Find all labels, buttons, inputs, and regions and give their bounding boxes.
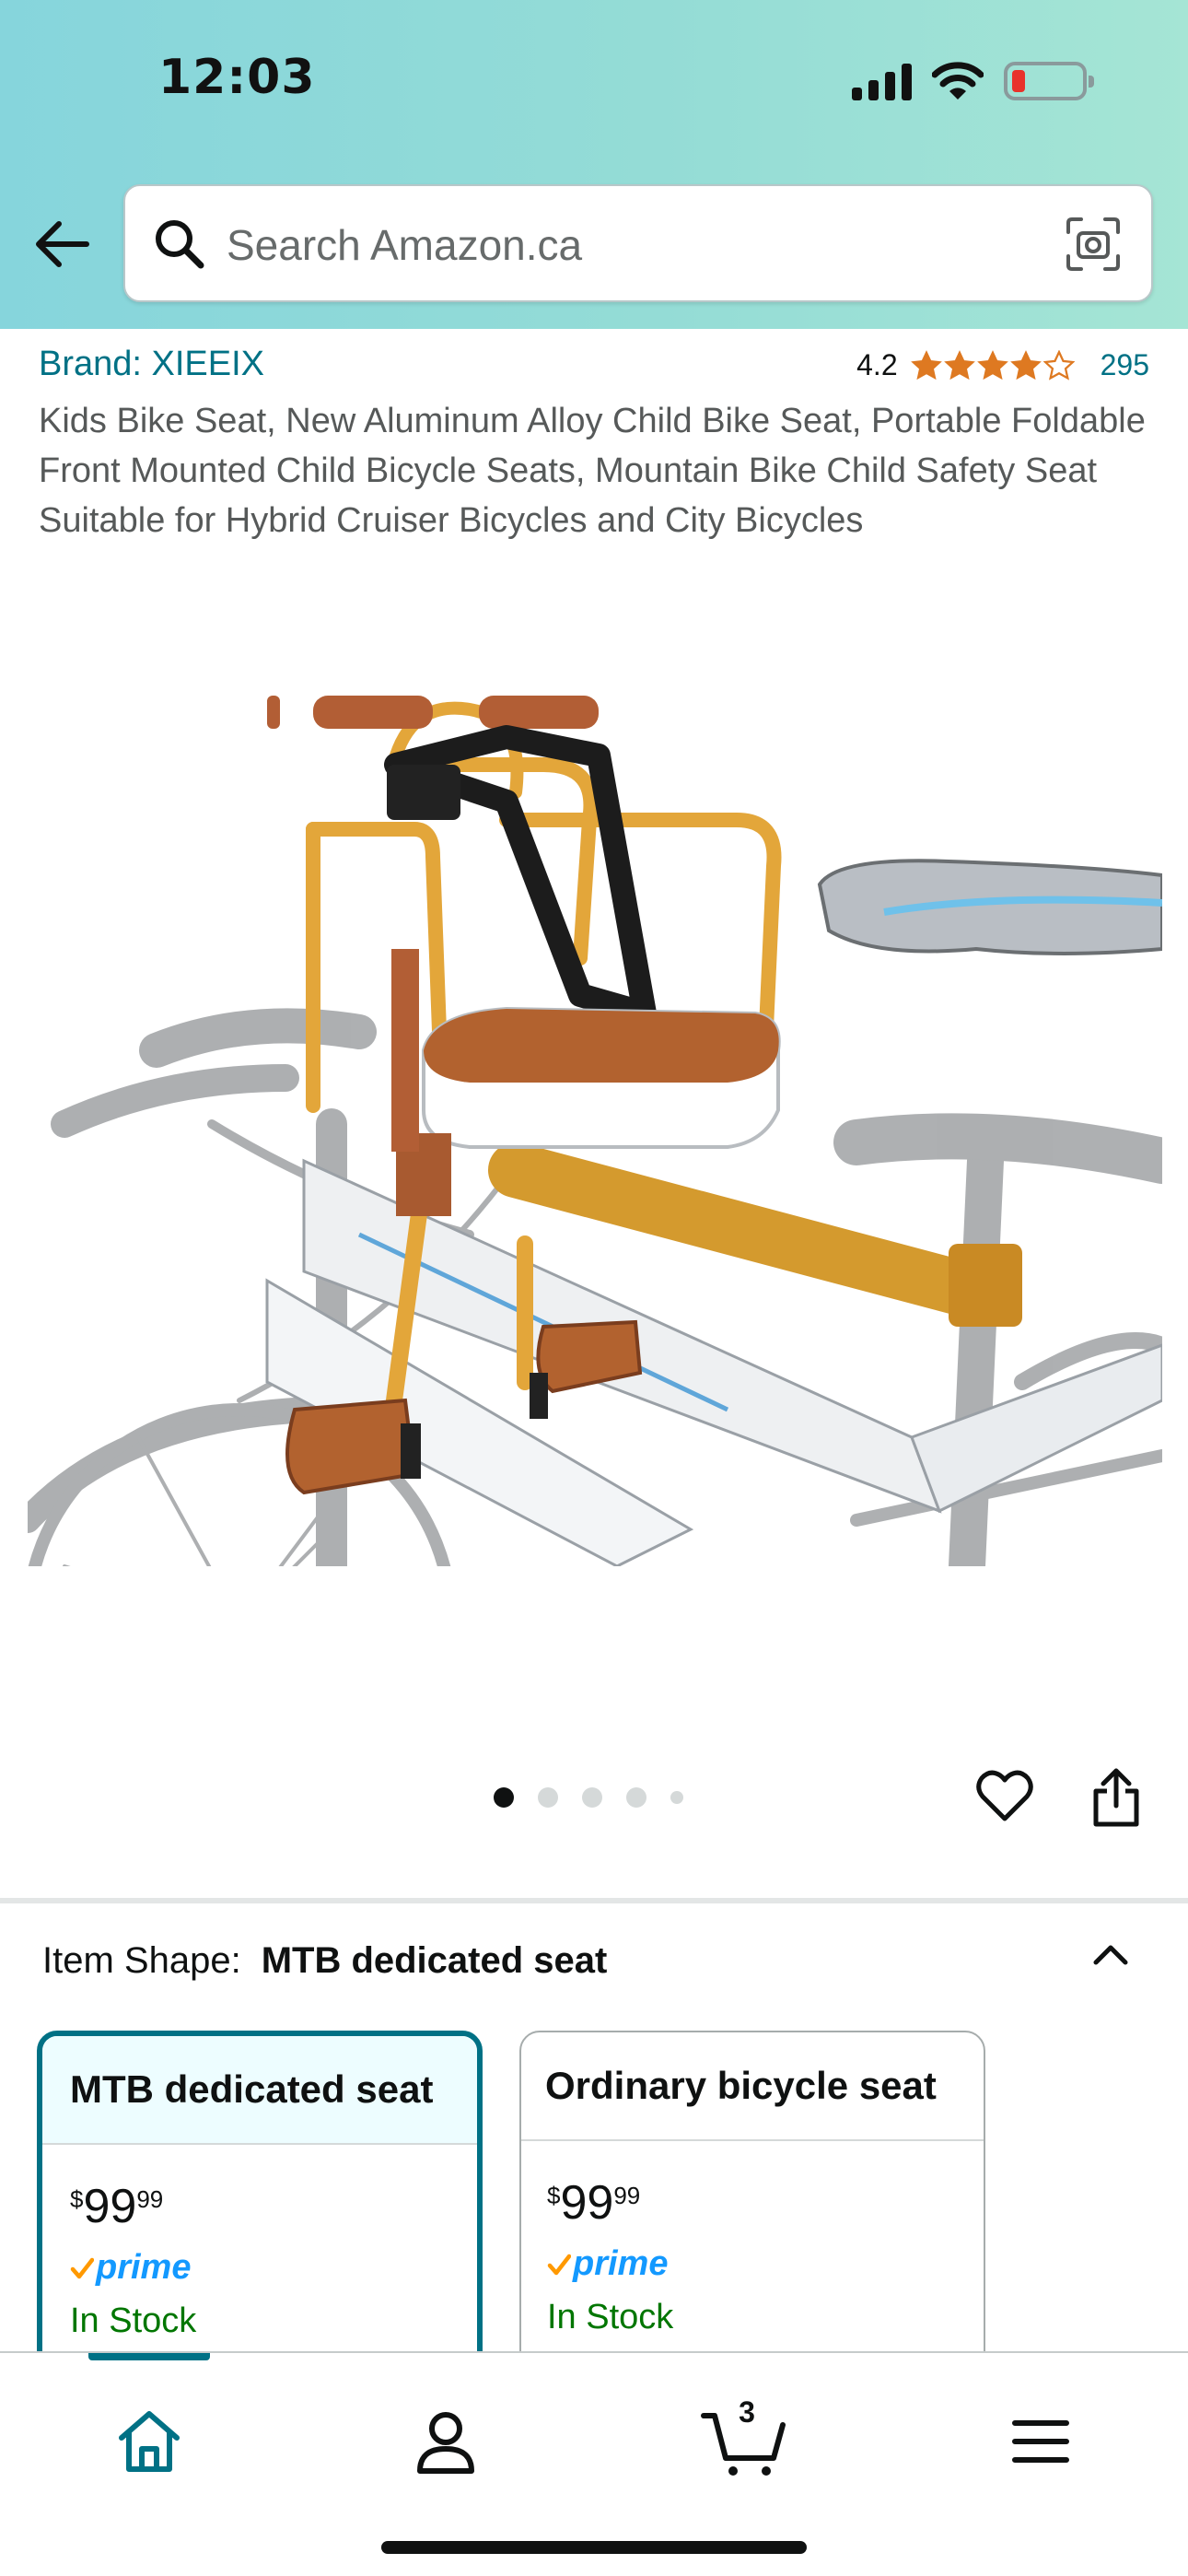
price-currency: $ xyxy=(70,2185,84,2213)
variation-option-ordinary[interactable]: Ordinary bicycle seat $ 99 99 prime In S… xyxy=(519,2031,985,2399)
rating-value: 4.2 xyxy=(856,348,898,381)
heart-icon[interactable] xyxy=(974,1767,1035,1826)
rating[interactable]: 4.2 295 xyxy=(856,348,1149,382)
prime-badge: prime xyxy=(70,2248,191,2288)
camera-icon[interactable] xyxy=(1063,214,1124,275)
price-fraction: 99 xyxy=(613,2182,641,2209)
prime-check-icon xyxy=(547,2254,571,2275)
price-whole: 99 xyxy=(560,2176,614,2230)
carousel-dots[interactable] xyxy=(494,1787,683,1808)
variation-option-name: MTB dedicated seat xyxy=(42,2036,477,2145)
carousel-dot[interactable] xyxy=(582,1787,602,1808)
variation-option-mtb[interactable]: MTB dedicated seat $ 99 99 prime In Stoc… xyxy=(37,2031,483,2399)
section-divider xyxy=(0,1898,1188,1903)
prime-check-icon xyxy=(70,2257,94,2278)
chevron-up-icon[interactable] xyxy=(1087,1931,1135,1979)
cart-tab[interactable]: 3 xyxy=(700,2395,788,2478)
search-icon[interactable] xyxy=(149,214,210,275)
variation-price: $ 99 99 xyxy=(70,2180,163,2233)
battery-icon xyxy=(1004,62,1094,100)
prime-label: prime xyxy=(96,2248,192,2287)
product-image[interactable] xyxy=(28,645,1162,1566)
review-count[interactable]: 295 xyxy=(1101,348,1149,382)
search-input[interactable] xyxy=(227,210,1037,280)
account-icon[interactable] xyxy=(409,2405,483,2478)
variation-label-text: Item Shape: xyxy=(42,1940,241,1981)
prime-badge: prime xyxy=(547,2244,668,2284)
variation-selected-value: MTB dedicated seat xyxy=(261,1940,608,1981)
status-time: 12:03 xyxy=(158,50,316,105)
product-title: Kids Bike Seat, New Aluminum Alloy Child… xyxy=(39,402,1146,540)
star-empty-icon xyxy=(1042,349,1075,381)
star-icon xyxy=(976,349,1008,380)
home-icon[interactable] xyxy=(112,2405,186,2478)
price-currency: $ xyxy=(547,2182,561,2209)
header: 12:03 xyxy=(0,0,1188,329)
star-icon xyxy=(943,349,975,380)
variation-option-name: Ordinary bicycle seat xyxy=(521,2032,984,2141)
active-tab-indicator xyxy=(88,2353,210,2360)
carousel-dot[interactable] xyxy=(626,1787,646,1808)
cart-count-badge: 3 xyxy=(739,2395,755,2429)
carousel-dot[interactable] xyxy=(670,1791,683,1804)
search-box[interactable] xyxy=(123,184,1153,302)
carousel-dot[interactable] xyxy=(538,1787,558,1808)
menu-icon[interactable] xyxy=(1004,2405,1077,2478)
back-arrow-icon[interactable] xyxy=(31,214,92,275)
prime-label: prime xyxy=(573,2244,669,2283)
carousel-dot[interactable] xyxy=(494,1787,514,1808)
signal-icon xyxy=(852,62,912,100)
star-icon xyxy=(1009,349,1042,380)
variation-price: $ 99 99 xyxy=(547,2176,640,2230)
home-indicator xyxy=(381,2541,807,2554)
star-icon xyxy=(910,349,942,380)
share-icon[interactable] xyxy=(1089,1765,1144,1830)
brand-link[interactable]: Brand: XIEEIX xyxy=(39,345,264,384)
wifi-icon xyxy=(932,62,984,100)
variation-label: Item Shape: MTB dedicated seat xyxy=(42,1940,607,1982)
stock-status: In Stock xyxy=(547,2298,674,2336)
stock-status: In Stock xyxy=(70,2301,197,2340)
status-icons xyxy=(852,53,1094,109)
price-whole: 99 xyxy=(83,2180,137,2233)
star-rating xyxy=(910,349,1075,381)
price-fraction: 99 xyxy=(136,2185,164,2213)
